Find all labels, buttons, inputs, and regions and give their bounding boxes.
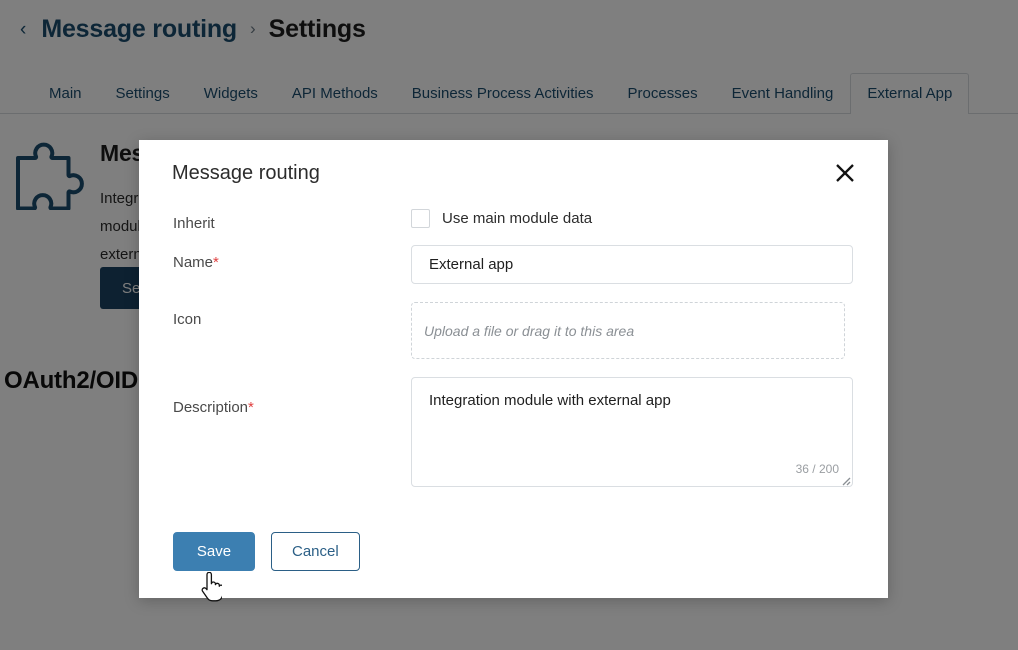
use-main-module-data-checkbox[interactable] — [411, 209, 430, 228]
description-textarea-wrap: 36 / 200 — [411, 377, 853, 487]
description-required-marker: * — [248, 399, 254, 416]
dialog-actions: Save Cancel — [173, 532, 360, 571]
dialog-title: Message routing — [172, 161, 320, 184]
name-label-text: Name — [173, 254, 214, 271]
form-row-description: Description* 36 / 200 — [173, 377, 854, 487]
name-required-marker: * — [213, 254, 219, 271]
form-row-icon: Icon Upload a file or drag it to this ar… — [173, 302, 854, 359]
save-button[interactable]: Save — [173, 532, 255, 571]
message-routing-dialog: Message routing Inherit Use main module … — [139, 140, 888, 598]
form-row-name: Name* — [173, 245, 854, 284]
icon-label: Icon — [173, 311, 202, 328]
form-row-inherit: Inherit Use main module data — [173, 206, 854, 232]
description-label: Description* — [173, 377, 411, 416]
dialog-header: Message routing — [139, 140, 888, 206]
cancel-button[interactable]: Cancel — [271, 532, 360, 571]
inherit-label: Inherit — [173, 215, 215, 232]
dialog-form: Inherit Use main module data Name* Icon — [139, 206, 888, 487]
description-label-text: Description — [173, 399, 249, 416]
icon-upload-dropzone[interactable]: Upload a file or drag it to this area — [411, 302, 845, 359]
icon-upload-hint: Upload a file or drag it to this area — [424, 322, 635, 339]
close-icon — [836, 164, 854, 182]
description-textarea[interactable] — [411, 377, 853, 487]
close-button[interactable] — [830, 158, 860, 188]
name-label: Name* — [173, 245, 411, 271]
inherit-checkbox-row: Use main module data — [411, 206, 854, 228]
use-main-module-data-label[interactable]: Use main module data — [442, 210, 592, 227]
name-input[interactable] — [411, 245, 853, 284]
resize-grip-icon[interactable] — [839, 474, 851, 486]
